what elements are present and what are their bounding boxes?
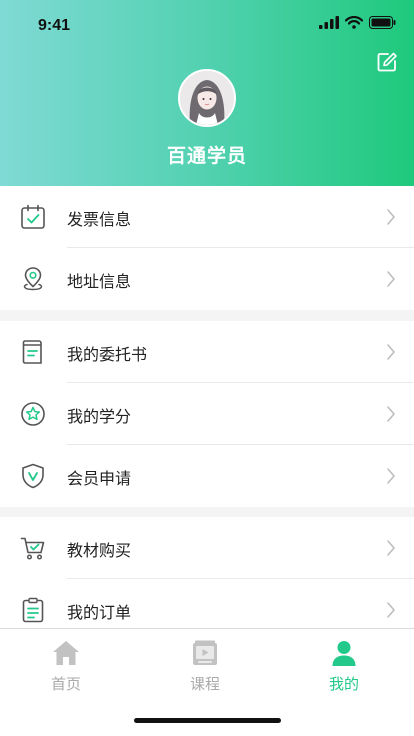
tab-label: 首页 <box>50 675 81 693</box>
menu-item-label: 教材购买 <box>67 541 132 560</box>
tab-label: 课程 <box>189 675 220 693</box>
tab-courses[interactable]: 课程 <box>165 639 245 699</box>
menu-item-membership[interactable]: 会员申请 <box>0 445 414 507</box>
location-pin-icon <box>23 267 43 291</box>
menu-item-label: 我的学分 <box>67 407 132 426</box>
menu-item-credits[interactable]: 我的学分 <box>0 383 414 445</box>
menu-item-authorization[interactable]: 我的委托书 <box>0 321 414 383</box>
battery-icon <box>369 16 396 29</box>
home-indicator <box>134 718 281 723</box>
cart-icon <box>20 537 45 560</box>
tab-label: 我的 <box>328 675 359 693</box>
wifi-icon <box>345 16 363 29</box>
home-icon <box>53 641 79 665</box>
menu-item-label: 会员申请 <box>67 469 132 488</box>
document-icon <box>22 340 42 364</box>
chevron-right-icon <box>387 344 395 360</box>
star-badge-icon <box>21 402 45 426</box>
menu-item-label: 地址信息 <box>67 272 132 291</box>
user-icon <box>332 641 356 666</box>
profile-header: 9:41 百通学员 <box>0 0 414 186</box>
edit-profile-icon[interactable] <box>376 51 398 73</box>
chevron-right-icon <box>387 602 395 618</box>
chevron-right-icon <box>387 540 395 556</box>
avatar-portrait-icon <box>180 71 234 125</box>
chevron-right-icon <box>387 406 395 422</box>
signal-icon <box>319 16 339 29</box>
menu-group-study: 我的委托书 我的学分 会员申请 <box>0 321 414 507</box>
menu-group-shopping: 教材购买 我的订单 <box>0 517 414 641</box>
menu-group-account: 发票信息 地址信息 <box>0 186 414 310</box>
menu-item-label: 发票信息 <box>67 210 132 229</box>
course-book-icon <box>193 640 217 665</box>
clipboard-icon <box>22 597 44 623</box>
menu-item-label: 我的订单 <box>67 603 132 622</box>
menu-item-textbooks[interactable]: 教材购买 <box>0 517 414 579</box>
status-bar: 9:41 <box>0 0 414 44</box>
tab-home[interactable]: 首页 <box>26 639 106 699</box>
shield-v-icon <box>22 463 44 489</box>
menu-item-invoice[interactable]: 发票信息 <box>0 186 414 248</box>
chevron-right-icon <box>387 271 395 287</box>
calendar-check-icon <box>21 204 45 229</box>
status-time: 9:41 <box>38 17 71 34</box>
status-icons <box>319 16 396 29</box>
menu-item-label: 我的委托书 <box>67 345 148 364</box>
avatar[interactable] <box>178 69 236 127</box>
chevron-right-icon <box>387 468 395 484</box>
username: 百通学员 <box>166 145 247 167</box>
menu-item-address[interactable]: 地址信息 <box>0 248 414 310</box>
tab-mine[interactable]: 我的 <box>304 639 384 699</box>
chevron-right-icon <box>387 209 395 225</box>
